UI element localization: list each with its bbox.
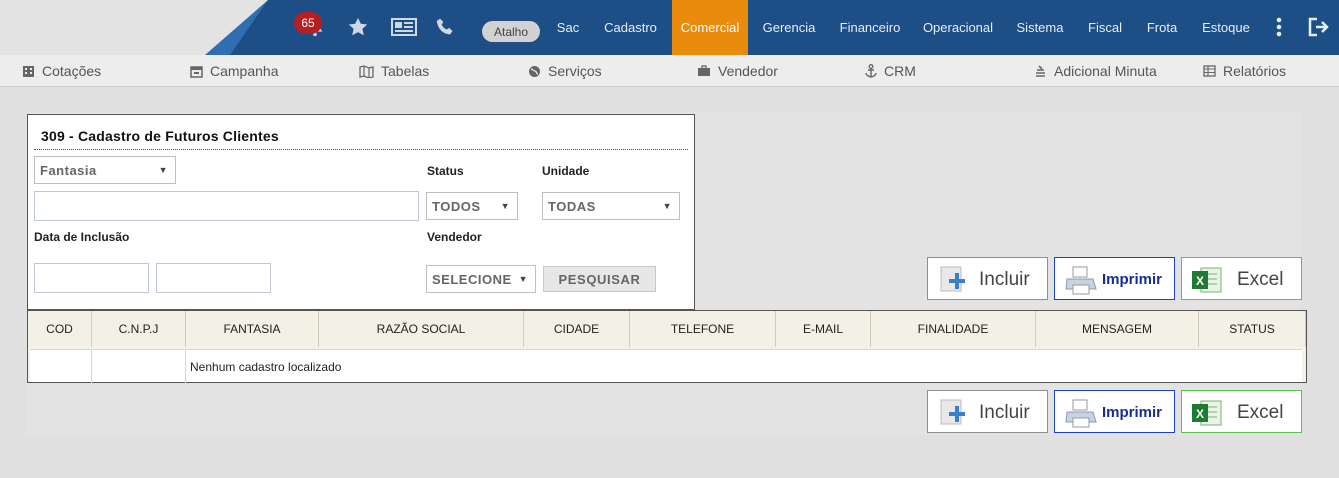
- decorative-stripe-inner: [230, 0, 268, 55]
- incluir-button-bottom[interactable]: Incluir: [927, 390, 1048, 433]
- col-telefone[interactable]: TELEFONE: [630, 311, 776, 347]
- globe-icon: [528, 65, 541, 78]
- atalho-button[interactable]: Atalho: [482, 21, 540, 42]
- nav-comercial[interactable]: Comercial: [672, 0, 748, 55]
- pesquisar-button[interactable]: PESQUISAR: [543, 266, 656, 292]
- col-cidade[interactable]: CIDADE: [524, 311, 630, 347]
- subnav-tabelas[interactable]: Tabelas: [359, 55, 429, 87]
- col-razao-social[interactable]: RAZÃO SOCIAL: [319, 311, 524, 347]
- col-mensagem[interactable]: MENSAGEM: [1036, 311, 1199, 347]
- printer-icon: [1064, 398, 1098, 434]
- page-title: 309 - Cadastro de Futuros Clientes: [41, 128, 279, 144]
- anchor-icon: [865, 64, 877, 78]
- title-divider: [34, 149, 688, 150]
- star-icon[interactable]: [345, 14, 371, 40]
- nav-sistema[interactable]: Sistema: [1010, 0, 1070, 55]
- nav-operacional[interactable]: Operacional: [918, 0, 998, 55]
- vendedor-select[interactable]: SELECIONE ▼: [426, 265, 536, 293]
- nav-estoque[interactable]: Estoque: [1195, 0, 1257, 55]
- notification-badge: 65: [294, 12, 322, 34]
- add-document-icon: [937, 265, 969, 301]
- data-inclusao-label: Data de Inclusão: [34, 230, 130, 244]
- top-navigation-bar: 65 Atalho Sac Cadastro Comercial Gerenci…: [0, 0, 1339, 55]
- search-form: 309 - Cadastro de Futuros Clientes Fanta…: [27, 114, 695, 310]
- nav-sac[interactable]: Sac: [548, 0, 588, 55]
- table-header: COD C.N.P.J FANTASIA RAZÃO SOCIAL CIDADE…: [28, 311, 1306, 347]
- phone-icon[interactable]: [432, 14, 458, 40]
- stack-icon: [1034, 64, 1047, 78]
- col-cod[interactable]: COD: [28, 311, 92, 347]
- nav-gerencia[interactable]: Gerencia: [756, 0, 822, 55]
- briefcase-icon: [697, 65, 711, 77]
- excel-button-bottom[interactable]: X Excel: [1181, 390, 1302, 433]
- col-status[interactable]: STATUS: [1199, 311, 1306, 347]
- subnav-adicional-minuta[interactable]: Adicional Minuta: [1034, 55, 1157, 87]
- nav-fiscal[interactable]: Fiscal: [1080, 0, 1130, 55]
- col-email[interactable]: E-MAIL: [776, 311, 871, 347]
- col-cnpj[interactable]: C.N.P.J: [92, 311, 186, 347]
- svg-text:X: X: [1196, 274, 1204, 288]
- nav-financeiro[interactable]: Financeiro: [833, 0, 907, 55]
- subnav-cotacoes[interactable]: Cotações: [22, 55, 101, 87]
- more-vertical-icon[interactable]: [1266, 14, 1292, 40]
- chevron-down-icon: ▼: [158, 165, 168, 175]
- excel-icon: X: [1191, 265, 1223, 301]
- subnav-vendedor[interactable]: Vendedor: [697, 55, 778, 87]
- nav-frota[interactable]: Frota: [1139, 0, 1185, 55]
- excel-button[interactable]: X Excel: [1181, 257, 1302, 300]
- subnav-campanha[interactable]: Campanha: [190, 55, 279, 87]
- add-document-icon: [937, 398, 969, 434]
- newspaper-icon[interactable]: [391, 14, 417, 40]
- unidade-label: Unidade: [542, 164, 590, 178]
- subnav-servicos[interactable]: Serviços: [528, 55, 602, 87]
- cell-cnpj: [92, 350, 186, 383]
- status-label: Status: [427, 164, 464, 178]
- nav-cadastro[interactable]: Cadastro: [597, 0, 664, 55]
- unidade-select[interactable]: TODAS ▼: [542, 192, 680, 220]
- empty-message: Nenhum cadastro localizado: [190, 359, 342, 374]
- status-select[interactable]: TODOS ▼: [426, 192, 518, 220]
- map-icon: [359, 64, 374, 78]
- col-fantasia[interactable]: FANTASIA: [186, 311, 319, 347]
- excel-icon: X: [1191, 398, 1223, 434]
- chevron-down-icon: ▼: [518, 274, 528, 284]
- incluir-button[interactable]: Incluir: [927, 257, 1048, 300]
- imprimir-button[interactable]: Imprimir: [1054, 257, 1175, 300]
- col-finalidade[interactable]: FINALIDADE: [871, 311, 1036, 347]
- search-field-select[interactable]: Fantasia ▼: [34, 156, 176, 184]
- results-table: COD C.N.P.J FANTASIA RAZÃO SOCIAL CIDADE…: [27, 310, 1307, 383]
- chevron-down-icon: ▼: [662, 201, 672, 211]
- subnav-crm[interactable]: CRM: [865, 55, 916, 87]
- calendar-icon: [190, 65, 203, 78]
- sub-navigation: Cotações Campanha Tabelas Serviços Vende…: [0, 55, 1339, 87]
- printer-icon: [1064, 265, 1098, 301]
- building-icon: [22, 65, 35, 78]
- search-input[interactable]: [34, 191, 419, 221]
- svg-text:X: X: [1196, 407, 1204, 421]
- imprimir-button-bottom[interactable]: Imprimir: [1054, 390, 1175, 433]
- logout-icon[interactable]: [1306, 14, 1332, 40]
- subnav-relatorios[interactable]: Relatórios: [1203, 55, 1286, 87]
- table-row: Nenhum cadastro localizado: [30, 349, 1302, 383]
- vendedor-label: Vendedor: [427, 230, 482, 244]
- table-icon: [1203, 65, 1216, 77]
- date-from-input[interactable]: [34, 263, 149, 293]
- date-to-input[interactable]: [156, 263, 271, 293]
- chevron-down-icon: ▼: [500, 201, 510, 211]
- cell-cod: [30, 350, 92, 383]
